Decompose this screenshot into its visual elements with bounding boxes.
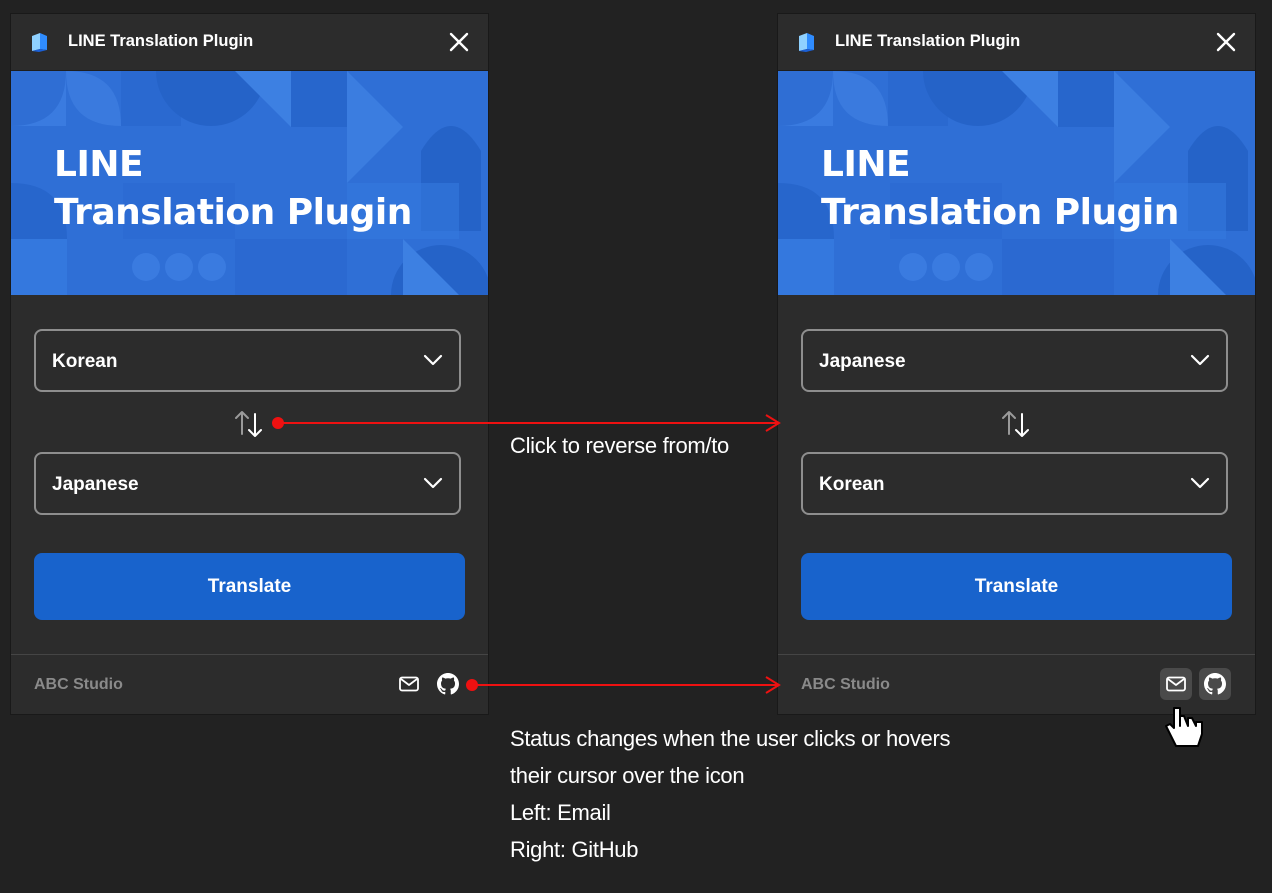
- status-annotation-line: Left: Email: [510, 800, 611, 825]
- studio-name: ABC Studio: [801, 676, 890, 693]
- line-logo-icon: [32, 33, 47, 52]
- hero-banner: LINE Translation Plugin: [11, 71, 488, 295]
- title-bar: LINE Translation Plugin: [778, 14, 1255, 71]
- studio-name: ABC Studio: [34, 676, 123, 693]
- from-language-select[interactable]: Japanese: [801, 329, 1228, 392]
- swap-languages-icon[interactable]: [998, 406, 1034, 442]
- swap-languages-icon[interactable]: [231, 406, 267, 442]
- from-language-select[interactable]: Korean: [34, 329, 461, 392]
- app-title: LINE Translation Plugin: [68, 32, 254, 50]
- status-annotation-line: Status changes when the user clicks or h…: [510, 726, 951, 751]
- status-annotation: Status changes when the user clicks or h…: [510, 720, 950, 868]
- hero-title-line-2: Translation Plugin: [54, 192, 412, 233]
- from-language-value: Japanese: [819, 351, 906, 372]
- status-annotation-line: their cursor over the icon: [510, 763, 745, 788]
- mail-icon[interactable]: [1160, 668, 1192, 700]
- to-language-select[interactable]: Japanese: [34, 452, 461, 515]
- chevron-down-icon: [423, 354, 443, 366]
- hero-title-line-2: Translation Plugin: [821, 192, 1179, 233]
- plugin-panel-before: LINE Translation Plugin LINE Translation…: [11, 14, 488, 714]
- to-language-value: Japanese: [52, 474, 139, 495]
- app-title: LINE Translation Plugin: [835, 32, 1021, 50]
- chevron-down-icon: [1190, 354, 1210, 366]
- status-arrow: [466, 676, 781, 694]
- chevron-down-icon: [1190, 477, 1210, 489]
- to-language-value: Korean: [819, 474, 885, 495]
- hero-title-line-1: LINE: [54, 144, 144, 185]
- from-language-value: Korean: [52, 351, 118, 372]
- line-logo-icon: [799, 33, 814, 52]
- plugin-panel-after: LINE Translation Plugin LINE Translation…: [778, 14, 1255, 714]
- footer: ABC Studio: [778, 654, 1255, 715]
- chevron-down-icon: [423, 477, 443, 489]
- to-language-select[interactable]: Korean: [801, 452, 1228, 515]
- status-annotation-line: Right: GitHub: [510, 837, 639, 862]
- title-bar: LINE Translation Plugin: [11, 14, 488, 71]
- mail-icon[interactable]: [393, 668, 425, 700]
- footer: ABC Studio: [11, 654, 488, 715]
- hero-title: LINE Translation Plugin: [821, 141, 1179, 237]
- close-icon[interactable]: [444, 27, 474, 57]
- github-icon[interactable]: [432, 668, 464, 700]
- hero-title: LINE Translation Plugin: [54, 141, 412, 237]
- translate-button[interactable]: Translate: [801, 553, 1232, 620]
- github-icon[interactable]: [1199, 668, 1231, 700]
- reverse-annotation: Click to reverse from/to: [510, 433, 729, 458]
- translate-button[interactable]: Translate: [34, 553, 465, 620]
- hero-banner: LINE Translation Plugin: [778, 71, 1255, 295]
- close-icon[interactable]: [1211, 27, 1241, 57]
- stage: LINE Translation Plugin LINE Translation…: [0, 0, 1272, 893]
- hero-title-line-1: LINE: [821, 144, 911, 185]
